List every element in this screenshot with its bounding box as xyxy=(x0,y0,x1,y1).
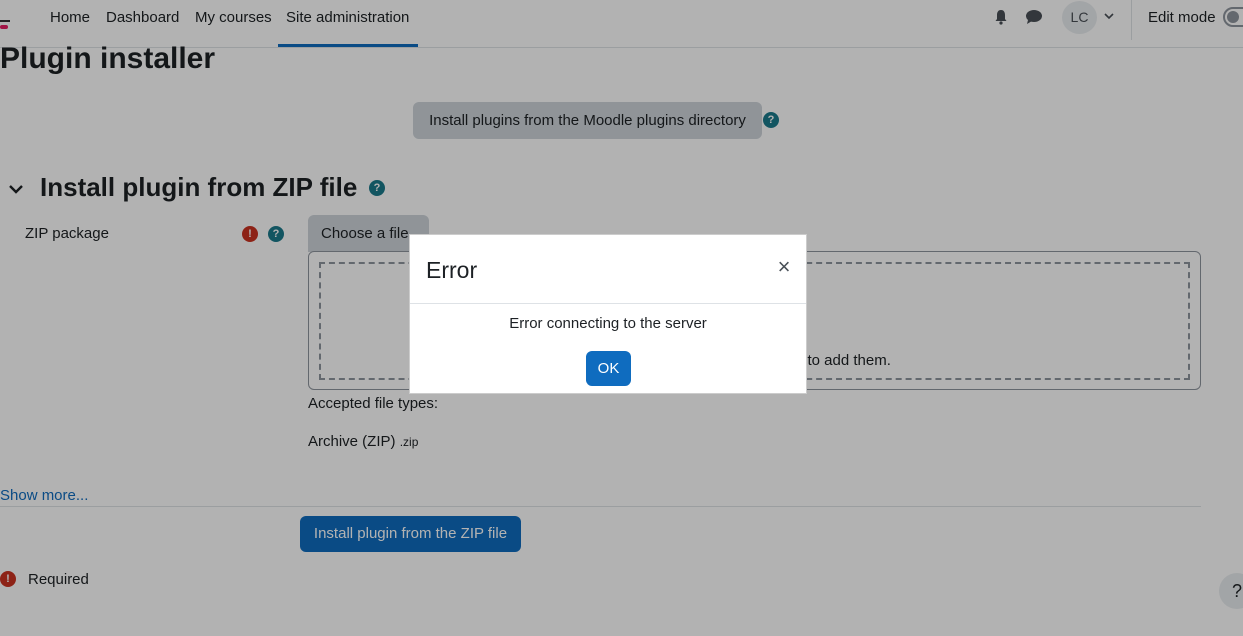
dialog-header: Error × xyxy=(410,235,806,304)
dialog-title: Error xyxy=(426,257,478,283)
error-dialog: Error × Error connecting to the server O… xyxy=(409,234,807,394)
close-icon[interactable]: × xyxy=(774,256,794,278)
dialog-message: Error connecting to the server xyxy=(509,315,707,332)
ok-button[interactable]: OK xyxy=(586,351,631,386)
